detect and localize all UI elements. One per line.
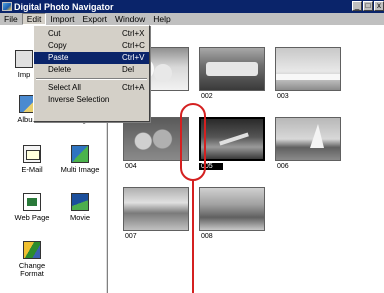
app-icon[interactable] <box>2 2 12 11</box>
movie-icon <box>71 193 89 211</box>
title-bar: Digital Photo Navigator _ □ x <box>0 0 384 13</box>
menu-edit[interactable]: Edit <box>21 13 47 25</box>
thumbnail-label: 003 <box>277 93 289 100</box>
change-format-icon <box>23 241 41 259</box>
thumbnail-area[interactable]: 002 003 004 005 006 007 008 <box>109 25 384 293</box>
import-icon <box>15 50 33 68</box>
thumbnail-label: 002 <box>201 93 213 100</box>
photo <box>199 117 265 161</box>
sidebar-item-label: E-Mail <box>21 165 43 174</box>
menu-item-shortcut: Ctrl+A <box>122 83 145 92</box>
thumbnail-002[interactable]: 002 <box>199 47 265 100</box>
web-page-icon <box>23 193 41 211</box>
menu-import[interactable]: Import <box>46 13 78 25</box>
menu-item-label: Delete <box>48 65 72 74</box>
menu-item-shortcut: Ctrl+C <box>122 41 145 50</box>
sidebar-item-email[interactable]: E-Mail <box>10 145 54 174</box>
menu-item-label: Copy <box>48 41 67 50</box>
sidebar-item-label: Web Page <box>14 213 50 222</box>
sidebar-item-label: Change Format <box>18 261 46 278</box>
sidebar-item-web-page[interactable]: Web Page <box>10 193 54 222</box>
minimize-button[interactable]: _ <box>352 1 362 11</box>
photo <box>123 187 189 231</box>
menu-item-copy[interactable]: Copy Ctrl+C <box>34 40 149 52</box>
menu-file[interactable]: File <box>0 13 22 25</box>
menu-item-cut[interactable]: Cut Ctrl+X <box>34 28 149 40</box>
sidebar-item-change-format[interactable]: Change Format <box>10 241 54 278</box>
menu-window[interactable]: Window <box>111 13 149 25</box>
sidebar-item-multi-image[interactable]: Multi Image <box>58 145 102 174</box>
maximize-button[interactable]: □ <box>363 1 373 11</box>
window-title: Digital Photo Navigator <box>14 1 114 12</box>
menu-help[interactable]: Help <box>149 13 174 25</box>
sidebar-item-label: Multi Image <box>60 165 100 174</box>
thumbnail-003[interactable]: 003 <box>275 47 341 100</box>
photo <box>275 47 341 91</box>
edit-menu-dropdown: Cut Ctrl+X Copy Ctrl+C Paste Ctrl+V Dele… <box>33 25 150 122</box>
menu-item-inverse-selection[interactable]: Inverse Selection <box>34 94 149 106</box>
thumbnail-label: 006 <box>277 163 289 170</box>
menu-item-paste[interactable]: Paste Ctrl+V <box>34 52 149 64</box>
menu-item-label: Paste <box>48 53 69 62</box>
sidebar-item-label: Imp <box>17 70 31 79</box>
photo <box>275 117 341 161</box>
thumbnail-005[interactable]: 005 <box>199 117 265 170</box>
menu-bar: File Edit Import Export Window Help <box>0 13 384 25</box>
sidebar-item-movie[interactable]: Movie <box>58 193 102 222</box>
callout-oval <box>180 103 206 181</box>
thumbnail-006[interactable]: 006 <box>275 117 341 170</box>
photo <box>199 187 265 231</box>
menu-item-shortcut: Del <box>122 65 135 74</box>
sidebar-item-label: Movie <box>69 213 90 222</box>
menu-item-select-all[interactable]: Select All Ctrl+A <box>34 82 149 94</box>
menu-item-label: Inverse Selection <box>48 95 110 104</box>
thumbnail-008[interactable]: 008 <box>199 187 265 240</box>
multi-image-icon <box>71 145 89 163</box>
email-icon <box>23 145 41 163</box>
thumbnail-label: 008 <box>201 233 213 240</box>
photo <box>199 47 265 91</box>
window-controls: _ □ x <box>351 1 384 11</box>
thumbnail-label: 007 <box>125 233 137 240</box>
menu-item-label: Cut <box>48 29 61 38</box>
menu-item-label: Select All <box>48 83 81 92</box>
menu-item-shortcut: Ctrl+X <box>122 29 145 38</box>
thumbnail-007[interactable]: 007 <box>123 187 189 240</box>
callout-line <box>192 180 194 293</box>
menu-item-delete[interactable]: Delete Del <box>34 64 149 76</box>
menu-export[interactable]: Export <box>78 13 111 25</box>
close-button[interactable]: x <box>374 1 384 11</box>
menu-item-shortcut: Ctrl+V <box>122 53 145 62</box>
